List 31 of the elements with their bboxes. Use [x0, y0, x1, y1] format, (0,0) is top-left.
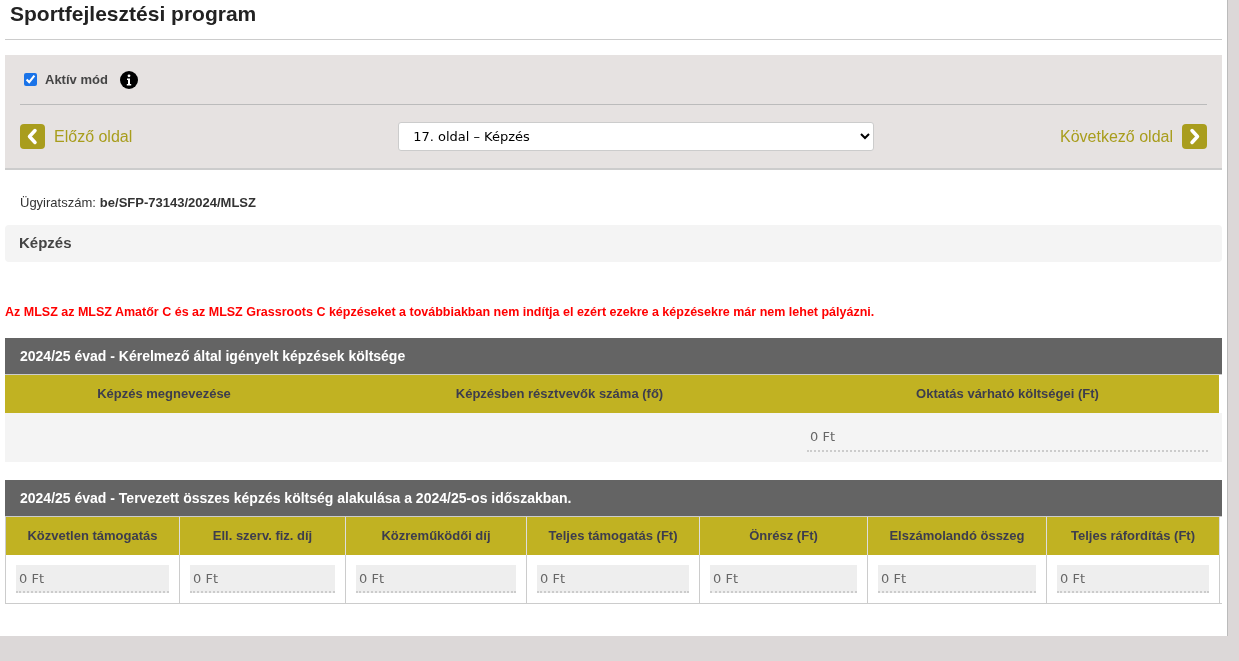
column-header: Közreműködői díj [346, 517, 527, 555]
chevron-right-icon [1182, 124, 1207, 149]
table-title: 2024/25 évad - Tervezett összes képzés költség alakulása a 2024/25-os időszakban. [5, 480, 1222, 517]
amount-field[interactable]: 0 Ft [878, 565, 1036, 593]
page-select[interactable]: 17. oldal – Képzés [398, 122, 875, 151]
amount-field[interactable]: 0 Ft [190, 565, 335, 593]
table-title: 2024/25 évad - Kérelmező által igényelt képzések költsége [5, 338, 1222, 375]
amount-field[interactable]: 0 Ft [16, 565, 169, 593]
info-icon[interactable] [119, 70, 138, 89]
column-header: Elszámolandó összeg [868, 517, 1047, 555]
column-header: Közvetlen támogatás [6, 517, 180, 555]
active-mode-checkbox[interactable] [24, 73, 37, 86]
column-header: Teljes ráfordítás (Ft) [1047, 517, 1220, 555]
amount-field[interactable]: 0 Ft [537, 565, 689, 593]
column-header: Teljes támogatás (Ft) [527, 517, 700, 555]
cost-field[interactable]: 0 Ft [807, 423, 1208, 452]
amount-field[interactable]: 0 Ft [710, 565, 857, 593]
case-number-label: Ügyiratszám: [20, 194, 96, 213]
column-header: Oktatás várható költségei (Ft) [796, 375, 1219, 413]
page-title: Sportfejlesztési program [5, 1, 1222, 40]
case-number-value: be/SFP-73143/2024/MLSZ [99, 194, 256, 213]
column-header: Képzés megnevezése [5, 375, 323, 413]
section-title: Képzés [19, 233, 72, 254]
amount-field[interactable]: 0 Ft [356, 565, 516, 593]
notice-text: Az MLSZ az MLSZ Amatőr C és az MLSZ Grassroots C képzéseket a továbbiakban nem indítja el ezért ezekre a képzésekre már nem lehet pályázni. [5, 304, 876, 321]
column-header: Ell. szerv. fiz. díj [180, 517, 346, 555]
chevron-left-icon [20, 124, 45, 149]
column-header: Képzésben résztvevők száma (fő) [323, 375, 796, 413]
active-mode-label: Aktív mód [45, 70, 108, 89]
amount-field[interactable]: 0 Ft [1057, 565, 1209, 593]
column-header: Önrész (Ft) [700, 517, 868, 555]
